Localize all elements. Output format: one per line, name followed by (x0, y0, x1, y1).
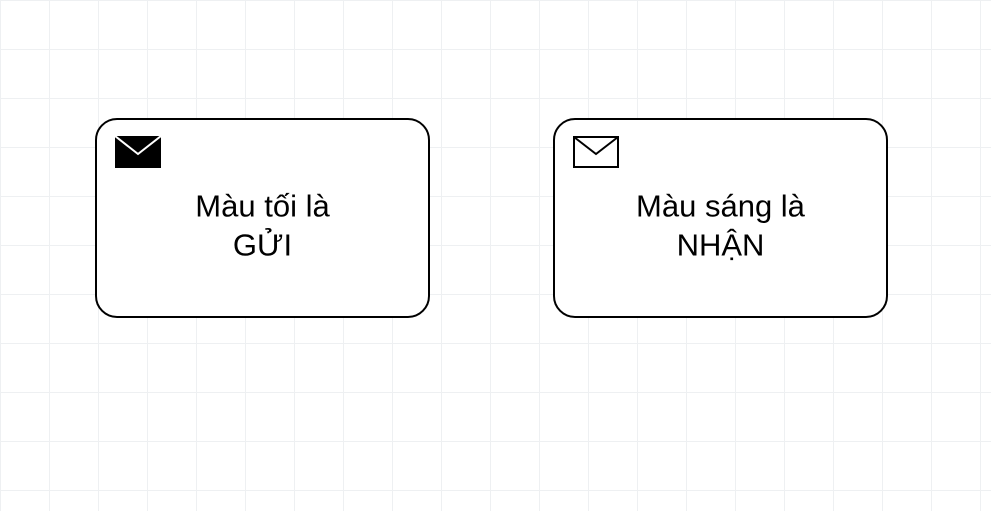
bpmn-receive-task[interactable]: Màu sáng là NHẬN (553, 118, 888, 318)
receive-task-label: Màu sáng là NHẬN (555, 187, 886, 265)
envelope-filled-icon (115, 136, 161, 173)
bpmn-send-task[interactable]: Màu tối là GỬI (95, 118, 430, 318)
envelope-outline-icon (573, 136, 619, 173)
send-task-label: Màu tối là GỬI (97, 187, 428, 265)
